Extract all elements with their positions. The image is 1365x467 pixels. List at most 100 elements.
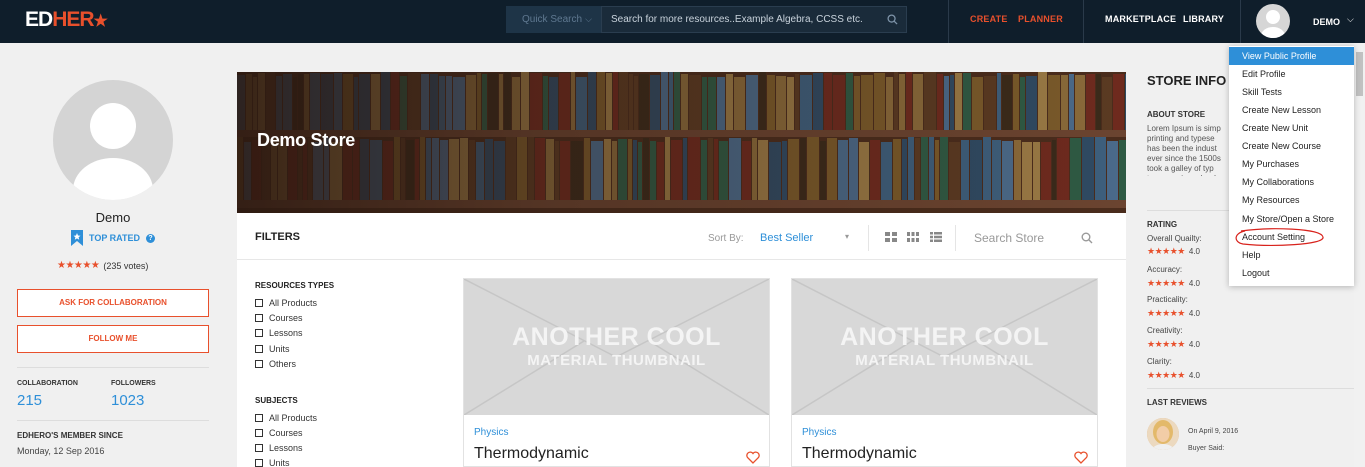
- nav-planner[interactable]: PLANNER: [1018, 14, 1063, 24]
- checkbox-icon[interactable]: [255, 429, 263, 437]
- menu-item-my-collaborations[interactable]: My Collaborations: [1229, 173, 1354, 191]
- filter-checkbox[interactable]: Units: [255, 458, 290, 467]
- user-menu-toggle[interactable]: DEMO: [1313, 17, 1340, 27]
- about-store-text: Lorem Ipsum is simp printing and typese …: [1147, 124, 1221, 176]
- followers-count[interactable]: 1023: [111, 392, 144, 409]
- filter-checkbox[interactable]: Others: [255, 359, 296, 369]
- card-thumbnail[interactable]: ANOTHER COOL MATERIAL THUMBNAIL: [792, 279, 1097, 415]
- edhero-logo[interactable]: EDHER★: [25, 8, 108, 32]
- filter-checkbox[interactable]: Lessons: [255, 328, 303, 338]
- rating-label: Creativity:: [1147, 326, 1183, 335]
- menu-item-edit-profile[interactable]: Edit Profile: [1229, 65, 1354, 83]
- list-icon[interactable]: [930, 232, 942, 242]
- divider: [868, 225, 869, 251]
- rating-stars: ★★★★★ 4.0: [1147, 246, 1200, 257]
- thumbnail-subtext: MATERIAL THUMBNAIL: [527, 352, 706, 369]
- search-icon[interactable]: [887, 14, 898, 25]
- heart-icon[interactable]: [746, 451, 760, 464]
- rating-value: 4.0: [1188, 340, 1200, 349]
- nav-create[interactable]: CREATE: [970, 14, 1008, 24]
- filter-label: Others: [269, 359, 297, 369]
- rating-label: Clarity:: [1147, 357, 1172, 366]
- rating-label: Practicality:: [1147, 295, 1188, 304]
- menu-item-my-resources[interactable]: My Resources: [1229, 191, 1354, 209]
- checkbox-icon[interactable]: [255, 299, 263, 307]
- rating-value: 4.0: [1188, 247, 1200, 256]
- filter-checkbox[interactable]: All Products: [255, 413, 317, 423]
- chevron-down-icon[interactable]: ⌵: [1347, 14, 1354, 25]
- collaboration-count[interactable]: 215: [17, 392, 42, 409]
- menu-item-view-public-profile[interactable]: View Public Profile: [1229, 47, 1354, 65]
- logo-star-icon: ★: [93, 13, 108, 30]
- resource-card[interactable]: ANOTHER COOL MATERIAL THUMBNAIL Physics …: [791, 278, 1098, 467]
- nav-library[interactable]: LIBRARY: [1183, 14, 1224, 24]
- card-title[interactable]: Thermodynamic: [474, 445, 589, 463]
- global-search-input[interactable]: Search for more resources..Example Algeb…: [601, 6, 907, 33]
- checkbox-icon[interactable]: [255, 414, 263, 422]
- resource-card[interactable]: ANOTHER COOL MATERIAL THUMBNAIL Physics …: [463, 278, 770, 467]
- checkbox-icon[interactable]: [255, 360, 263, 368]
- thumbnail-text: ANOTHER COOL: [512, 323, 721, 351]
- store-search-input[interactable]: Search Store: [974, 231, 1044, 245]
- menu-item-my-store[interactable]: My Store/Open a Store: [1229, 210, 1354, 228]
- menu-item-create-new-lesson[interactable]: Create New Lesson: [1229, 101, 1354, 119]
- about-store-heading: ABOUT STORE: [1147, 110, 1206, 119]
- menu-item-create-new-course[interactable]: Create New Course: [1229, 137, 1354, 155]
- nav-divider: [1240, 0, 1241, 43]
- collaboration-label: COLLABORATION: [17, 380, 78, 387]
- checkbox-icon[interactable]: [255, 314, 263, 322]
- checkbox-icon[interactable]: [255, 444, 263, 452]
- grid-large-icon[interactable]: [885, 232, 897, 242]
- card-title[interactable]: Thermodynamic: [802, 445, 917, 463]
- profile-rating: ★★★★★ (235 votes): [57, 260, 148, 271]
- filter-checkbox[interactable]: Courses: [255, 428, 303, 438]
- star-icon: ★★★★★: [1147, 246, 1185, 256]
- checkbox-icon[interactable]: [255, 459, 263, 467]
- nav-marketplace[interactable]: MARKETPLACE: [1105, 14, 1176, 24]
- logo-ed: ED: [25, 8, 53, 31]
- top-navbar: EDHER★ Quick Search ⌵ Search for more re…: [0, 0, 1365, 43]
- filter-label: Units: [269, 344, 290, 354]
- divider: [17, 367, 209, 368]
- rating-heading: RATING: [1147, 220, 1178, 229]
- page-scrollbar[interactable]: [1354, 43, 1365, 467]
- card-category[interactable]: Physics: [802, 427, 836, 438]
- filter-checkbox[interactable]: All Products: [255, 298, 317, 308]
- follow-button[interactable]: FOLLOW ME: [17, 325, 209, 353]
- filter-checkbox[interactable]: Lessons: [255, 443, 303, 453]
- filter-label: All Products: [269, 413, 318, 423]
- chevron-down-icon: ⌵: [585, 14, 592, 24]
- reviewer-avatar: [1147, 418, 1179, 450]
- card-thumbnail[interactable]: ANOTHER COOL MATERIAL THUMBNAIL: [464, 279, 769, 415]
- user-dropdown-menu: View Public Profile Edit Profile Skill T…: [1229, 46, 1354, 286]
- checkbox-icon[interactable]: [255, 329, 263, 337]
- member-since-date: Monday, 12 Sep 2016: [17, 446, 105, 456]
- filter-checkbox[interactable]: Courses: [255, 313, 303, 323]
- search-icon[interactable]: [1081, 232, 1093, 244]
- filter-label: Courses: [269, 313, 303, 323]
- menu-item-my-purchases[interactable]: My Purchases: [1229, 155, 1354, 173]
- heart-icon[interactable]: [1074, 451, 1088, 464]
- star-icon: ★★★★★: [1147, 278, 1185, 288]
- filter-label: All Products: [269, 298, 318, 308]
- quick-search-dropdown[interactable]: Quick Search ⌵: [506, 6, 601, 33]
- card-category[interactable]: Physics: [474, 427, 508, 438]
- grid-small-icon[interactable]: [907, 232, 919, 242]
- sort-by-select[interactable]: Best Seller: [760, 232, 813, 244]
- top-rated-label: TOP RATED: [89, 233, 141, 243]
- star-icon: ★★★★★: [1147, 370, 1185, 380]
- filter-checkbox[interactable]: Units: [255, 344, 290, 354]
- menu-item-logout[interactable]: Logout: [1229, 264, 1354, 282]
- sort-by-label: Sort By:: [708, 233, 744, 244]
- global-search-placeholder: Search for more resources..Example Algeb…: [611, 14, 863, 25]
- rating-value: 4.0: [1188, 279, 1200, 288]
- chevron-down-icon[interactable]: ▾: [845, 232, 849, 241]
- user-avatar[interactable]: [1256, 4, 1290, 38]
- menu-item-create-new-unit[interactable]: Create New Unit: [1229, 119, 1354, 137]
- scrollbar-thumb[interactable]: [1356, 52, 1363, 96]
- highlight-circle-annotation: [1235, 228, 1324, 246]
- question-icon[interactable]: ?: [146, 233, 156, 243]
- checkbox-icon[interactable]: [255, 345, 263, 353]
- menu-item-skill-tests[interactable]: Skill Tests: [1229, 83, 1354, 101]
- ask-collaboration-button[interactable]: ASK FOR COLLABORATION: [17, 289, 209, 317]
